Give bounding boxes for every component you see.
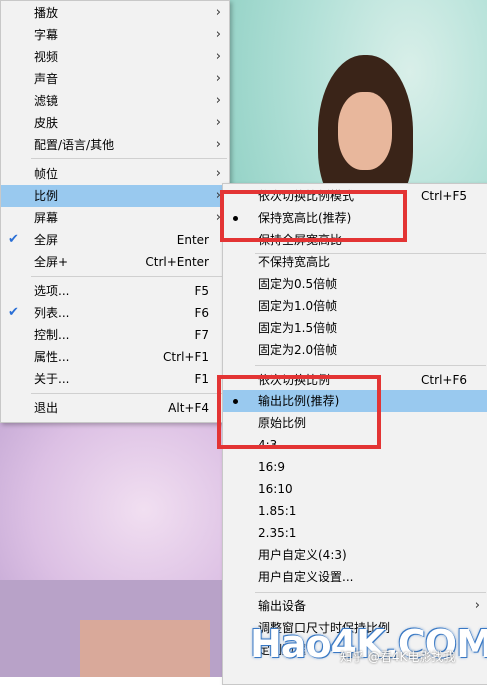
chevron-right-icon: ›	[215, 166, 221, 181]
chevron-right-icon: ›	[215, 5, 221, 20]
menu-item-about[interactable]: 关于... F1	[1, 368, 229, 390]
figure-legs	[80, 620, 210, 677]
menu-item-label: 关于...	[34, 372, 70, 386]
menu-separator	[31, 393, 227, 394]
annotation-box-keep-aspect	[220, 190, 407, 242]
chevron-right-icon: ›	[215, 93, 221, 108]
menu-item-properties[interactable]: 属性... Ctrl+F1	[1, 346, 229, 368]
menu-item-label: 16:10	[258, 482, 293, 496]
menu-item-label: 播放	[34, 6, 59, 20]
chevron-right-icon: ›	[215, 27, 221, 42]
checkmark-icon: ✔	[8, 305, 19, 320]
menu-item-label: 全屏	[34, 233, 59, 247]
menu-item-playlist[interactable]: ✔ 列表... F6	[1, 302, 229, 324]
menu-item-exit[interactable]: 退出 Alt+F4	[1, 397, 229, 419]
menu-item-skin[interactable]: 皮肤 ›	[1, 112, 229, 134]
menu-item-audio[interactable]: 声音 ›	[1, 68, 229, 90]
menu-item-filter[interactable]: 滤镜 ›	[1, 90, 229, 112]
menu-item-label: 帧位	[34, 167, 59, 181]
menu-item-shortcut: F1	[194, 372, 209, 386]
menu-item-label: 选项...	[34, 284, 70, 298]
menu-item-label: 皮肤	[34, 116, 59, 130]
checkmark-icon: ✔	[8, 232, 19, 247]
menu-item-shortcut: F6	[194, 306, 209, 320]
menu-separator	[255, 365, 486, 366]
menu-item-label: 1.85:1	[258, 504, 297, 518]
watermark-caption: 知乎 @看4K电影找我	[340, 650, 456, 664]
chevron-right-icon: ›	[215, 49, 221, 64]
menu-separator	[255, 592, 486, 593]
menu-item-shortcut: Ctrl+F6	[421, 373, 467, 387]
menu-item-play[interactable]: 播放 ›	[1, 2, 229, 24]
chevron-right-icon: ›	[215, 71, 221, 86]
menu-item-label: 2.35:1	[258, 526, 297, 540]
menu-item-label: 声音	[34, 72, 59, 86]
menu-item-label: 16:9	[258, 460, 285, 474]
menu-item-label: 用户自定义设置...	[258, 570, 354, 584]
menu-item-shortcut: Alt+F4	[168, 401, 209, 415]
menu-item-label: 字幕	[34, 28, 59, 42]
menu-item-label: 屏幕	[34, 211, 59, 225]
menu-item-frame[interactable]: 帧位 ›	[1, 163, 229, 185]
menu-item-shortcut: Ctrl+F5	[421, 189, 467, 203]
menu-item-ratio-2-35[interactable]: 2.35:1	[223, 522, 487, 544]
figure-face	[338, 92, 392, 170]
menu-item-label: 比例	[34, 189, 59, 203]
menu-item-label: 全屏+	[34, 255, 69, 269]
menu-item-user-defined-settings[interactable]: 用户自定义设置...	[223, 566, 487, 588]
menu-item-label: 属性...	[34, 350, 70, 364]
menu-separator	[31, 276, 227, 277]
menu-item-config[interactable]: 配置/语言/其他 ›	[1, 134, 229, 156]
menu-item-user-defined[interactable]: 用户自定义(4:3)	[223, 544, 487, 566]
menu-item-fixed-1-5x[interactable]: 固定为1.5倍帧	[223, 317, 487, 339]
menu-item-video[interactable]: 视频 ›	[1, 46, 229, 68]
menu-item-subtitle[interactable]: 字幕 ›	[1, 24, 229, 46]
menu-item-label: 列表...	[34, 306, 70, 320]
menu-item-screen[interactable]: 屏幕 ›	[1, 207, 229, 229]
menu-item-ratio-1-85[interactable]: 1.85:1	[223, 500, 487, 522]
menu-item-label: 用户自定义(4:3)	[258, 548, 347, 562]
menu-item-label: 不保持宽高比	[258, 255, 331, 269]
menu-item-shortcut: Ctrl+F1	[163, 350, 209, 364]
menu-item-label: 退出	[34, 401, 59, 415]
annotation-box-output-ratio	[217, 375, 381, 449]
chevron-right-icon: ›	[215, 137, 221, 152]
menu-item-output-device[interactable]: 输出设备 ›	[223, 595, 487, 617]
chevron-right-icon: ›	[474, 598, 480, 613]
menu-item-label: 视频	[34, 50, 59, 64]
menu-item-fullscreen[interactable]: ✔ 全屏 Enter	[1, 229, 229, 251]
menu-item-control[interactable]: 控制... F7	[1, 324, 229, 346]
chevron-right-icon: ›	[215, 115, 221, 130]
menu-item-fullscreen-plus[interactable]: 全屏+ Ctrl+Enter	[1, 251, 229, 273]
menu-item-shortcut: F7	[194, 328, 209, 342]
menu-item-shortcut: Enter	[176, 233, 209, 247]
menu-item-label: 固定为1.5倍帧	[258, 321, 338, 335]
menu-item-no-keep-aspect[interactable]: 不保持宽高比	[223, 251, 487, 273]
menu-item-ratio-16-10[interactable]: 16:10	[223, 478, 487, 500]
menu-item-fixed-2-0x[interactable]: 固定为2.0倍帧	[223, 339, 487, 361]
menu-item-label: 输出设备	[258, 599, 307, 613]
menu-item-label: 滤镜	[34, 94, 59, 108]
menu-item-ratio-16-9[interactable]: 16:9	[223, 456, 487, 478]
menu-item-shortcut: Ctrl+Enter	[145, 255, 209, 269]
menu-item-label: 固定为1.0倍帧	[258, 299, 338, 313]
menu-item-shortcut: F5	[194, 284, 209, 298]
menu-item-label: 控制...	[34, 328, 70, 342]
menu-item-label: 固定为2.0倍帧	[258, 343, 338, 357]
menu-item-options[interactable]: 选项... F5	[1, 280, 229, 302]
menu-item-fixed-1-0x[interactable]: 固定为1.0倍帧	[223, 295, 487, 317]
menu-item-ratio[interactable]: 比例 ›	[1, 185, 229, 207]
menu-item-label: 配置/语言/其他	[34, 138, 115, 152]
menu-item-fixed-0-5x[interactable]: 固定为0.5倍帧	[223, 273, 487, 295]
menu-item-label: 固定为0.5倍帧	[258, 277, 338, 291]
context-menu-main: 播放 › 字幕 › 视频 › 声音 › 滤镜 › 皮肤 › 配置/语言/其他 › 帧位 › 比例…	[0, 0, 230, 423]
menu-separator	[31, 158, 227, 159]
